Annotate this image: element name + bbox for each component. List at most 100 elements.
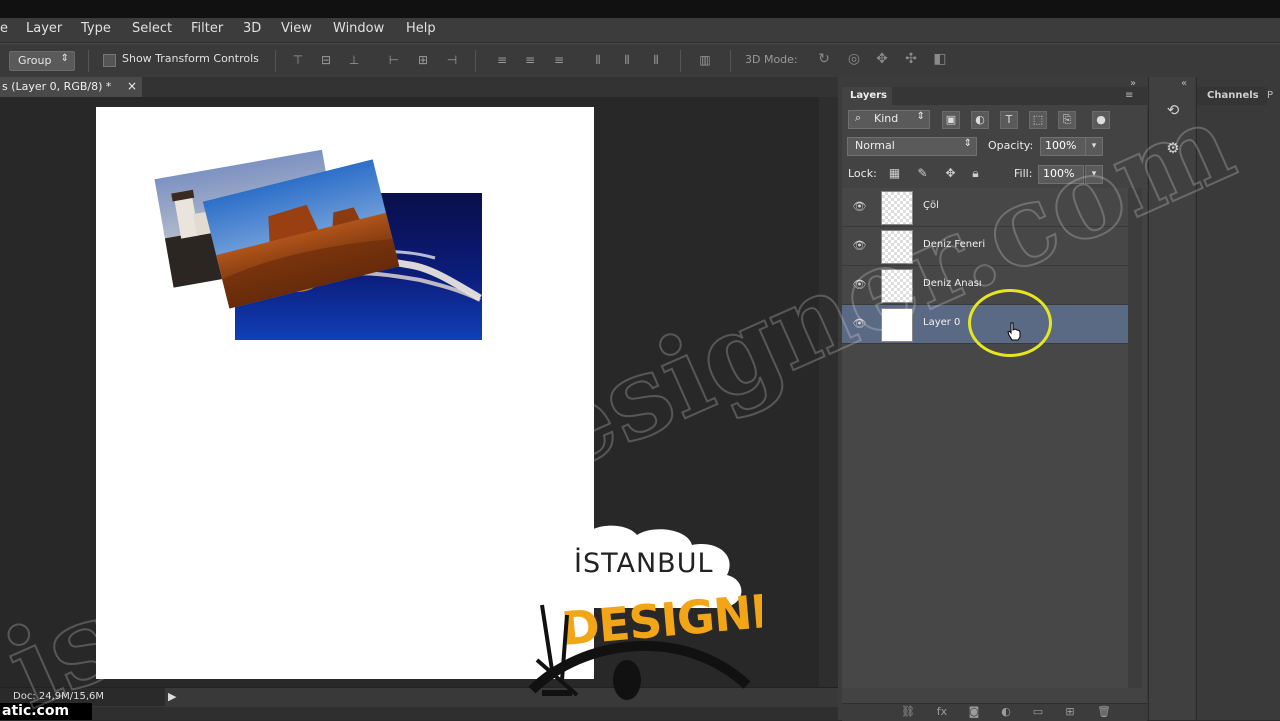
filter-adjustment-icon[interactable]: ◐ [971,111,989,129]
separator [275,50,276,72]
eye-icon[interactable]: 👁︎ [852,239,867,252]
hand-cursor-icon [1007,322,1021,341]
tab-paths[interactable]: P [1267,90,1273,101]
3d-roll-icon[interactable]: ◎ [845,51,863,69]
menu-item-edit[interactable]: e [0,21,8,36]
distribute-right-icon[interactable]: ⦀ [648,53,664,67]
layer-thumbnail [881,230,913,264]
lock-position-icon[interactable]: ✥ [943,166,958,181]
filter-smartobject-icon[interactable]: ⎘ [1058,111,1076,129]
new-group-icon[interactable]: ▭ [1030,705,1046,719]
lock-all-icon[interactable]: 🔒︎ [968,166,983,181]
eye-icon[interactable]: 👁︎ [852,317,867,330]
layer-list: 👁︎ Çöl 👁︎ Deniz Feneri 👁︎ Deniz Anası 👁︎… [842,188,1128,688]
history-icon[interactable]: ⟲ [1163,101,1183,121]
auto-align-icon[interactable]: ▥ [697,53,713,67]
close-icon[interactable]: × [127,79,137,93]
menu-item-filter[interactable]: Filter [191,21,223,36]
document-tab[interactable]: s (Layer 0, RGB/8) * × [0,77,142,97]
align-hcenter-icon[interactable]: ⊞ [415,53,431,67]
document-tab-bar: s (Layer 0, RGB/8) * × [0,77,840,98]
lock-row: Lock: ▦ ✎ ✥ 🔒︎ Fill: 100% ▾ [842,161,1147,187]
align-vcenter-icon[interactable]: ⊟ [318,53,334,67]
layer-row-deniz-feneri[interactable]: 👁︎ Deniz Feneri [842,227,1128,266]
doc-size-text: Doc: 24,9M/15,6M [13,691,105,702]
layer-style-icon[interactable]: fx [934,705,950,719]
3d-slide-icon[interactable]: ✣ [902,51,920,69]
show-transform-label: Show Transform Controls [122,52,259,65]
fill-label: Fill: [1014,167,1033,180]
3d-rotate-icon[interactable]: ↻ [815,51,833,69]
panel-menu-icon[interactable]: ≡ [1125,90,1133,101]
align-left-icon[interactable]: ⊢ [386,53,402,67]
separator [730,50,731,72]
svg-text:İSTANBUL: İSTANBUL [574,547,714,579]
tab-layers[interactable]: Layers [842,87,892,105]
eye-icon[interactable]: 👁︎ [852,278,867,291]
search-icon: ⌕ [855,111,862,124]
menu-item-layer[interactable]: Layer [26,21,62,36]
layer-name: Layer 0 [923,317,961,328]
opacity-input[interactable]: 100% [1040,137,1086,156]
canvas-photos[interactable] [150,140,490,345]
layer-thumbnail [881,308,913,342]
brand-logo: İSTANBUL DESIGNER [528,525,762,700]
menu-item-window[interactable]: Window [333,21,384,36]
vertical-scrollbar[interactable] [819,97,838,687]
top-black-bar [0,0,1280,18]
layers-panel-footer: ⛓︎ fx ◙ ◐ ▭ ⊞ 🗑︎ [842,703,1147,721]
menu-item-3d[interactable]: 3D [243,21,261,36]
filter-type-icon[interactable]: T [1000,111,1018,129]
distribute-hcenter-icon[interactable]: ⦀ [619,53,635,67]
3d-scale-icon[interactable]: ◧ [931,51,949,69]
filter-pixel-icon[interactable]: ▣ [942,111,960,129]
new-layer-icon[interactable]: ⊞ [1062,705,1078,719]
blend-mode-dropdown[interactable]: Normal ⇕ [847,137,977,156]
fill-input[interactable]: 100% [1038,165,1084,184]
lock-image-icon[interactable]: ✎ [915,166,930,181]
status-menu-arrow-icon[interactable]: ▶ [168,690,176,703]
distribute-bottom-icon[interactable]: ≡ [551,53,567,67]
align-right-icon[interactable]: ⊣ [444,53,460,67]
lock-transparency-icon[interactable]: ▦ [887,166,902,181]
updown-arrows-icon: ⇕ [963,138,972,149]
separator [680,50,681,72]
show-transform-checkbox[interactable] [103,54,116,67]
distribute-vcenter-icon[interactable]: ≡ [522,53,538,67]
distribute-top-icon[interactable]: ≡ [494,53,510,67]
link-layers-icon[interactable]: ⛓︎ [900,705,916,719]
layers-scrollbar[interactable] [1128,188,1142,688]
filter-toggle-icon[interactable]: ● [1092,111,1110,129]
channels-panel: Channels P [1196,77,1280,720]
collapsed-panel-strip: « ⟲ ⚙︎ [1148,77,1195,720]
distribute-left-icon[interactable]: ⦀ [590,53,606,67]
fill-dropdown-icon[interactable]: ▾ [1085,165,1103,184]
adjustment-layer-icon[interactable]: ◐ [998,705,1014,719]
menu-item-type[interactable]: Type [81,21,111,36]
kind-filter-dropdown[interactable]: ⌕ Kind ⇕ [848,110,930,129]
filter-shape-icon[interactable]: ⬚ [1029,111,1047,129]
3d-pan-icon[interactable]: ✥ [873,51,891,69]
lock-label: Lock: [848,167,877,180]
menu-item-view[interactable]: View [281,21,312,36]
tab-channels[interactable]: Channels [1197,87,1267,105]
menu-item-select[interactable]: Select [132,21,172,36]
blend-mode-value: Normal [855,139,895,152]
opacity-dropdown-icon[interactable]: ▾ [1085,137,1103,156]
trash-icon[interactable]: 🗑︎ [1096,705,1112,719]
eye-icon[interactable]: 👁︎ [852,200,867,213]
properties-icon[interactable]: ⚙︎ [1163,139,1183,159]
layer-name: Deniz Feneri [923,239,986,250]
updown-arrows-icon: ⇕ [916,111,925,122]
align-bottom-icon[interactable]: ⊥ [346,53,362,67]
align-top-icon[interactable]: ⊤ [290,53,306,67]
layer-name: Çöl [923,200,939,211]
document-tab-title: s (Layer 0, RGB/8) * [2,80,112,93]
layer-mask-icon[interactable]: ◙ [966,705,982,719]
layer-row-col[interactable]: 👁︎ Çöl [842,188,1128,227]
auto-select-dropdown[interactable]: Group ⇕ [9,51,75,71]
updown-arrows-icon: ⇕ [60,53,69,64]
menu-bar: e Layer Type Select Filter 3D View Windo… [0,18,1280,42]
expand-panels-icon[interactable]: « [1181,78,1187,89]
menu-item-help[interactable]: Help [406,21,436,36]
